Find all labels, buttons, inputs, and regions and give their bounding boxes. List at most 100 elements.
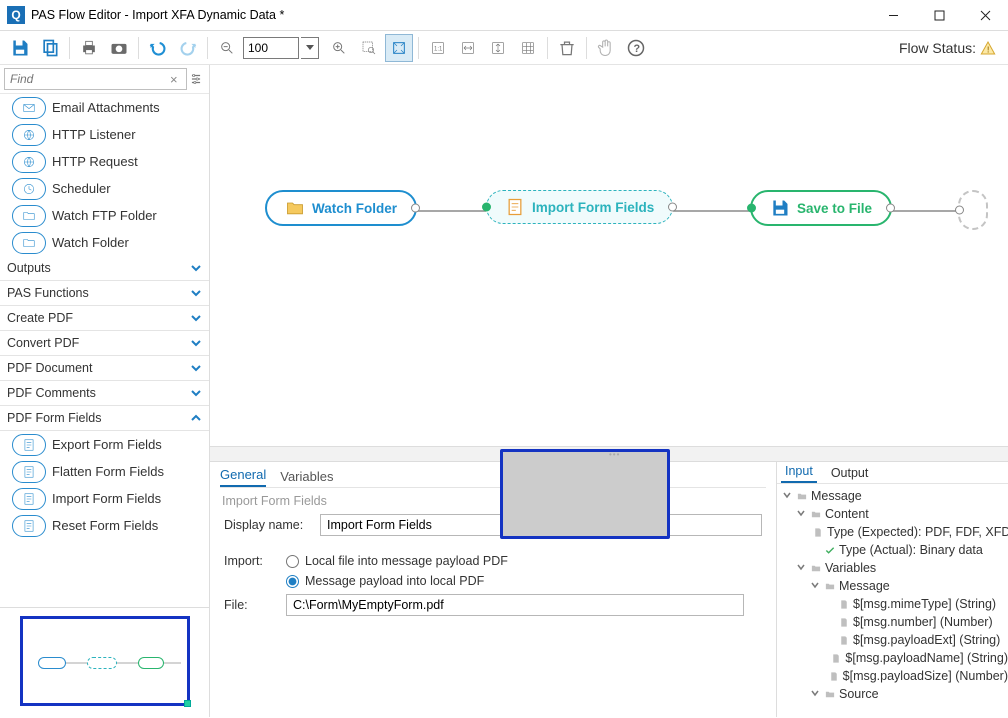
palette-item[interactable]: Export Form Fields xyxy=(0,431,209,458)
palette-item[interactable]: Reset Form Fields xyxy=(0,512,209,539)
output-port[interactable] xyxy=(411,204,420,213)
variables-tree[interactable]: Message Content Type (Expected): PDF, FD… xyxy=(777,484,1008,717)
form-icon xyxy=(12,434,46,456)
tab-variables[interactable]: Variables xyxy=(280,469,333,487)
group-pdf-form-fields[interactable]: PDF Form Fields xyxy=(0,406,209,431)
close-button[interactable] xyxy=(962,0,1008,30)
help-button[interactable]: ? xyxy=(622,34,650,62)
flow-canvas[interactable]: Watch Folder Import Form Fields Save to … xyxy=(210,65,1008,446)
tree-label: Message xyxy=(811,489,862,503)
filter-icon[interactable] xyxy=(187,72,205,86)
copy-button[interactable] xyxy=(36,34,64,62)
tree-row[interactable]: Message xyxy=(779,487,1008,505)
node-import-form-fields[interactable]: Import Form Fields xyxy=(486,190,673,224)
zoom-in-button[interactable] xyxy=(325,34,353,62)
tree-row[interactable]: Type (Actual): Binary data xyxy=(779,541,1008,559)
grid-button[interactable] xyxy=(514,34,542,62)
palette-item[interactable]: Watch Folder xyxy=(0,229,209,256)
palette-item-label: Scheduler xyxy=(52,181,111,196)
output-port[interactable] xyxy=(886,204,895,213)
tree-label: $[msg.payloadName] (String) xyxy=(845,651,1008,665)
file-icon xyxy=(837,598,851,610)
zoom-dropdown[interactable] xyxy=(301,37,319,59)
palette-item[interactable]: Scheduler xyxy=(0,175,209,202)
tree-label: Content xyxy=(825,507,869,521)
save-button[interactable] xyxy=(6,34,34,62)
tab-input[interactable]: Input xyxy=(781,462,817,483)
flow-status: Flow Status: ! xyxy=(652,40,1002,56)
tree-row[interactable]: $[msg.payloadName] (String) xyxy=(779,649,1008,667)
input-port[interactable] xyxy=(955,206,964,215)
tree-row[interactable]: Source xyxy=(779,685,1008,703)
radio-payload-label: Message payload into local PDF xyxy=(305,574,484,588)
tree-row[interactable]: Content xyxy=(779,505,1008,523)
input-port[interactable] xyxy=(482,203,491,212)
group-label: PAS Functions xyxy=(7,286,89,300)
tree-row[interactable]: $[msg.payloadSize] (Number) xyxy=(779,667,1008,685)
palette-item[interactable]: HTTP Listener xyxy=(0,121,209,148)
snapshot-button[interactable] xyxy=(105,34,133,62)
fit-width-button[interactable] xyxy=(454,34,482,62)
delete-button[interactable] xyxy=(553,34,581,62)
pan-button[interactable] xyxy=(592,34,620,62)
splitter-grip-icon[interactable]: ••• xyxy=(609,450,620,459)
fit-page-button[interactable] xyxy=(385,34,413,62)
tree-label: Type (Expected): PDF, FDF, XFDF xyxy=(827,525,1008,539)
palette-group[interactable]: Create PDF xyxy=(0,306,209,331)
folder-icon xyxy=(823,688,837,700)
palette-group[interactable]: Convert PDF xyxy=(0,331,209,356)
tab-general[interactable]: General xyxy=(220,467,266,487)
chevron-down-icon xyxy=(190,287,202,299)
input-port[interactable] xyxy=(747,204,756,213)
radio-payload[interactable] xyxy=(286,575,299,588)
zoom-input[interactable] xyxy=(243,37,299,59)
properties-panel: General Variables Import Form Fields Dis… xyxy=(210,462,776,717)
folder-icon xyxy=(285,198,305,218)
tree-row[interactable]: $[msg.number] (Number) xyxy=(779,613,1008,631)
minimize-button[interactable] xyxy=(870,0,916,30)
palette-item[interactable]: Email Attachments xyxy=(0,94,209,121)
radio-local-label: Local file into message payload PDF xyxy=(305,554,508,568)
display-name-input[interactable] xyxy=(320,514,508,536)
tree-row[interactable]: Type (Expected): PDF, FDF, XFDF xyxy=(779,523,1008,541)
overview-thumbnail[interactable] xyxy=(20,616,190,706)
warning-icon: ! xyxy=(980,40,996,56)
print-button[interactable] xyxy=(75,34,103,62)
palette-item[interactable]: Watch FTP Folder xyxy=(0,202,209,229)
node-save-to-file[interactable]: Save to File xyxy=(750,190,892,226)
group-label: PDF Comments xyxy=(7,386,96,400)
tree-row[interactable]: Message xyxy=(779,577,1008,595)
node-watch-folder[interactable]: Watch Folder xyxy=(265,190,417,226)
palette-group[interactable]: PDF Document xyxy=(0,356,209,381)
maximize-button[interactable] xyxy=(916,0,962,30)
tree-row[interactable]: Variables xyxy=(779,559,1008,577)
file-icon xyxy=(837,634,851,646)
tree-label: Message xyxy=(839,579,890,593)
redo-button[interactable] xyxy=(174,34,202,62)
group-label: Convert PDF xyxy=(7,336,79,350)
palette-group[interactable]: PAS Functions xyxy=(0,281,209,306)
file-input[interactable] xyxy=(286,594,744,616)
palette-group[interactable]: PDF Comments xyxy=(0,381,209,406)
clear-find-icon[interactable]: × xyxy=(170,72,184,87)
tab-output[interactable]: Output xyxy=(827,464,873,483)
canvas-h-scrollbar[interactable]: ••• xyxy=(210,446,1008,461)
fit-height-button[interactable] xyxy=(484,34,512,62)
palette-group[interactable]: Outputs xyxy=(0,256,209,281)
palette-item[interactable]: HTTP Request xyxy=(0,148,209,175)
find-input[interactable] xyxy=(4,68,187,90)
output-port[interactable] xyxy=(668,203,677,212)
node-placeholder[interactable] xyxy=(958,190,988,230)
zoom-area-button[interactable] xyxy=(355,34,383,62)
palette-item[interactable]: Import Form Fields xyxy=(0,485,209,512)
palette-item-label: Reset Form Fields xyxy=(52,518,158,533)
radio-local-file[interactable] xyxy=(286,555,299,568)
mail-icon xyxy=(12,97,46,119)
actual-size-button[interactable]: 1:1 xyxy=(424,34,452,62)
overview-resize-handle[interactable] xyxy=(184,700,191,707)
palette-item[interactable]: Flatten Form Fields xyxy=(0,458,209,485)
tree-row[interactable]: $[msg.mimeType] (String) xyxy=(779,595,1008,613)
undo-button[interactable] xyxy=(144,34,172,62)
tree-row[interactable]: $[msg.payloadExt] (String) xyxy=(779,631,1008,649)
zoom-out-button[interactable] xyxy=(213,34,241,62)
